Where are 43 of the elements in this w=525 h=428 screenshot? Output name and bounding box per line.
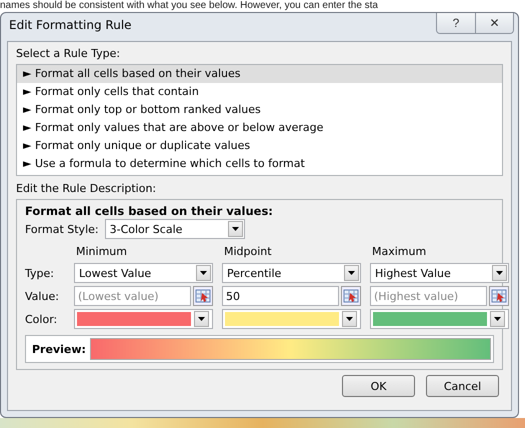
section-label: Edit the Rule Description: <box>16 181 158 197</box>
rule-type-item[interactable]: ► Format only top or bottom ranked values <box>17 101 502 119</box>
column-heading: Maximum <box>371 245 428 260</box>
color-dropdown[interactable] <box>222 309 361 329</box>
close-button[interactable]: ✕ <box>475 13 513 33</box>
window-title: Edit Formatting Rule <box>9 18 132 32</box>
rule-type-item[interactable]: ► Format only unique or duplicate values <box>17 137 502 155</box>
preview-label: Preview: <box>31 342 87 356</box>
type-dropdown[interactable]: Lowest Value <box>74 263 213 283</box>
field-label: Value: <box>25 290 60 302</box>
rule-type-item[interactable]: ► Use a formula to determine which cells to format <box>17 155 502 173</box>
dialog-button[interactable]: Cancel <box>426 375 499 397</box>
type-dropdown[interactable]: Percentile <box>222 263 361 283</box>
rule-type-item[interactable]: ► Format all cells based on their values <box>17 65 502 83</box>
field-label: Color: <box>25 312 58 326</box>
dropdown-arrow-icon <box>346 317 353 321</box>
color-dropdown[interactable] <box>74 309 213 329</box>
dropdown-arrow-icon <box>198 317 205 321</box>
format-style-dropdown[interactable]: 3-Color Scale <box>104 219 245 239</box>
field-label: Type: <box>25 266 55 280</box>
value-field[interactable]: (Lowest value) <box>74 286 191 306</box>
description-heading: Format all cells based on their values: <box>25 204 274 218</box>
color-dropdown[interactable] <box>370 309 509 329</box>
column-heading: Minimum <box>75 245 128 260</box>
range-select-button[interactable] <box>341 286 361 306</box>
section-label: Select a Rule Type: <box>16 46 122 62</box>
help-button[interactable]: ? <box>437 13 475 33</box>
dropdown-arrow-icon <box>200 271 207 275</box>
dropdown-arrow-icon <box>232 227 239 231</box>
dropdown-arrow-icon <box>348 271 355 275</box>
column-heading: Midpoint <box>223 245 273 260</box>
range-select-button[interactable] <box>193 286 213 306</box>
range-select-button[interactable] <box>489 286 509 306</box>
field-label: Format Style: <box>25 222 99 236</box>
value-field[interactable]: (Highest value) <box>370 286 487 306</box>
rule-type-item[interactable]: ► Format only values that are above or below average <box>17 119 502 137</box>
type-dropdown[interactable]: Highest Value <box>370 263 509 283</box>
rule-type-item[interactable]: ► Format only cells that contain <box>17 83 502 101</box>
background-text: names should be consistent with what you see below. However, you can enter the sta <box>0 0 379 12</box>
dropdown-arrow-icon <box>494 317 501 321</box>
dropdown-arrow-icon <box>496 271 503 275</box>
value-field[interactable]: 50 <box>222 286 339 306</box>
dialog-button[interactable]: OK <box>342 375 415 397</box>
